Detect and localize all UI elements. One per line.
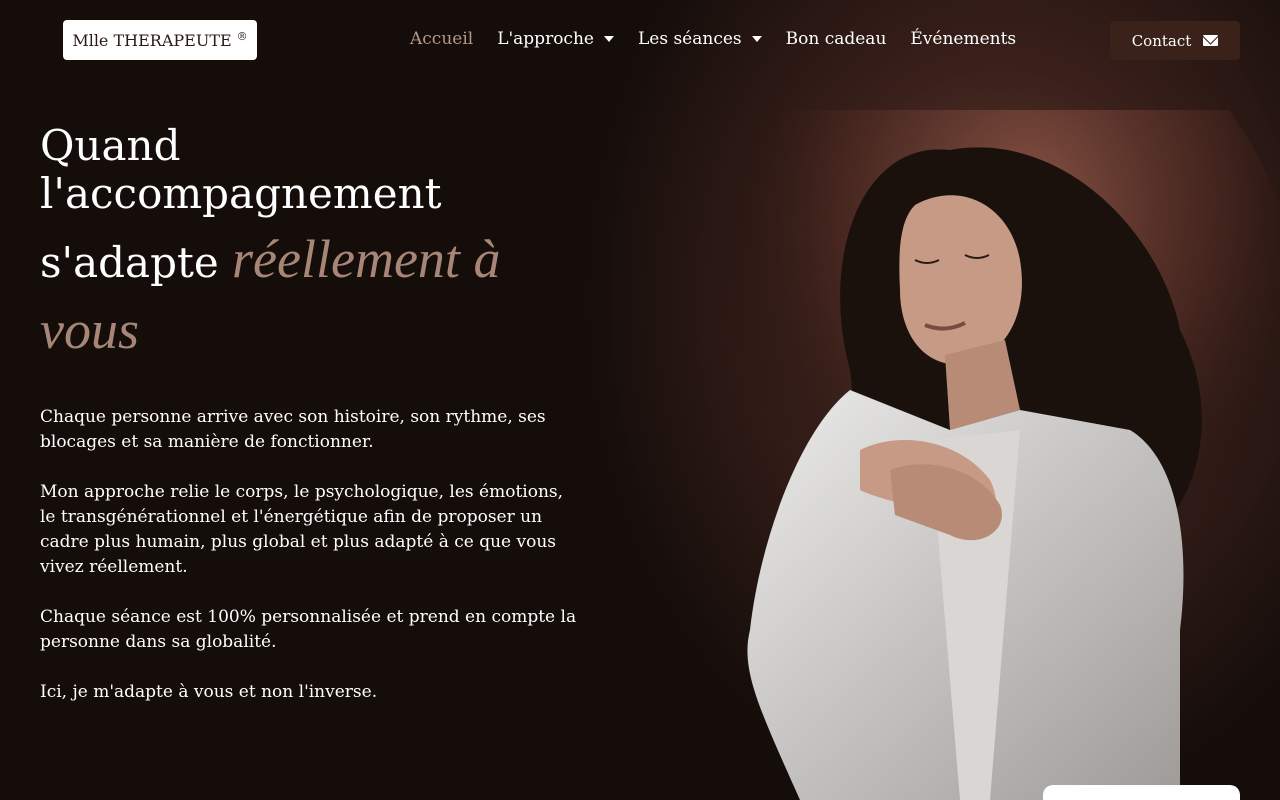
envelope-icon <box>1203 35 1219 46</box>
logo[interactable]: Mlle THERAPEUTE ® <box>63 20 257 60</box>
contact-label: Contact <box>1131 31 1192 50</box>
site-header: Mlle THERAPEUTE ® Accueil L'approche Les… <box>0 0 1280 82</box>
nav-label: L'approche <box>497 29 594 49</box>
nav-item-approche[interactable]: L'approche <box>497 29 614 49</box>
nav-item-seances[interactable]: Les séances <box>638 29 762 49</box>
nav-label: Bon cadeau <box>785 29 887 49</box>
nav-item-evenements[interactable]: Événements <box>910 29 1016 49</box>
hero-title-line1: Quand l'accompagnement <box>40 121 442 218</box>
caret-down-icon <box>603 36 614 42</box>
main-nav: Accueil L'approche Les séances Bon cadea… <box>410 29 1016 49</box>
nav-label: Événements <box>910 29 1017 49</box>
nav-item-accueil[interactable]: Accueil <box>410 29 473 49</box>
nav-label: Les séances <box>637 29 742 49</box>
nav-item-bon-cadeau[interactable]: Bon cadeau <box>786 29 887 49</box>
hero-paragraph-1: Chaque personne arrive avec son histoire… <box>40 407 546 452</box>
hero-title-plain: s'adapte <box>40 238 233 287</box>
registered-mark: ® <box>236 29 248 43</box>
contact-button[interactable]: Contact <box>1110 21 1240 60</box>
portrait-photo <box>700 110 1280 800</box>
hero-title-accent-line3: vous <box>40 300 139 360</box>
hero-title-line2: s'adapte réellement à <box>40 232 600 288</box>
floating-card <box>1043 785 1240 800</box>
page: Mlle THERAPEUTE ® Accueil L'approche Les… <box>0 0 1280 800</box>
hero-title-accent: réellement à <box>232 229 501 289</box>
hero-paragraph-4: Ici, je m'adapte à vous et non l'inverse… <box>40 682 378 702</box>
hero-paragraph-3: Chaque séance est 100% personnalisée et … <box>40 607 577 652</box>
hero-heading: Quand l'accompagnement s'adapte réelleme… <box>40 122 600 370</box>
nav-label: Accueil <box>410 29 474 49</box>
caret-down-icon <box>751 36 762 42</box>
hero-paragraph-2: Mon approche relie le corps, le psycholo… <box>40 482 564 577</box>
logo-text: Mlle THERAPEUTE <box>72 30 232 50</box>
